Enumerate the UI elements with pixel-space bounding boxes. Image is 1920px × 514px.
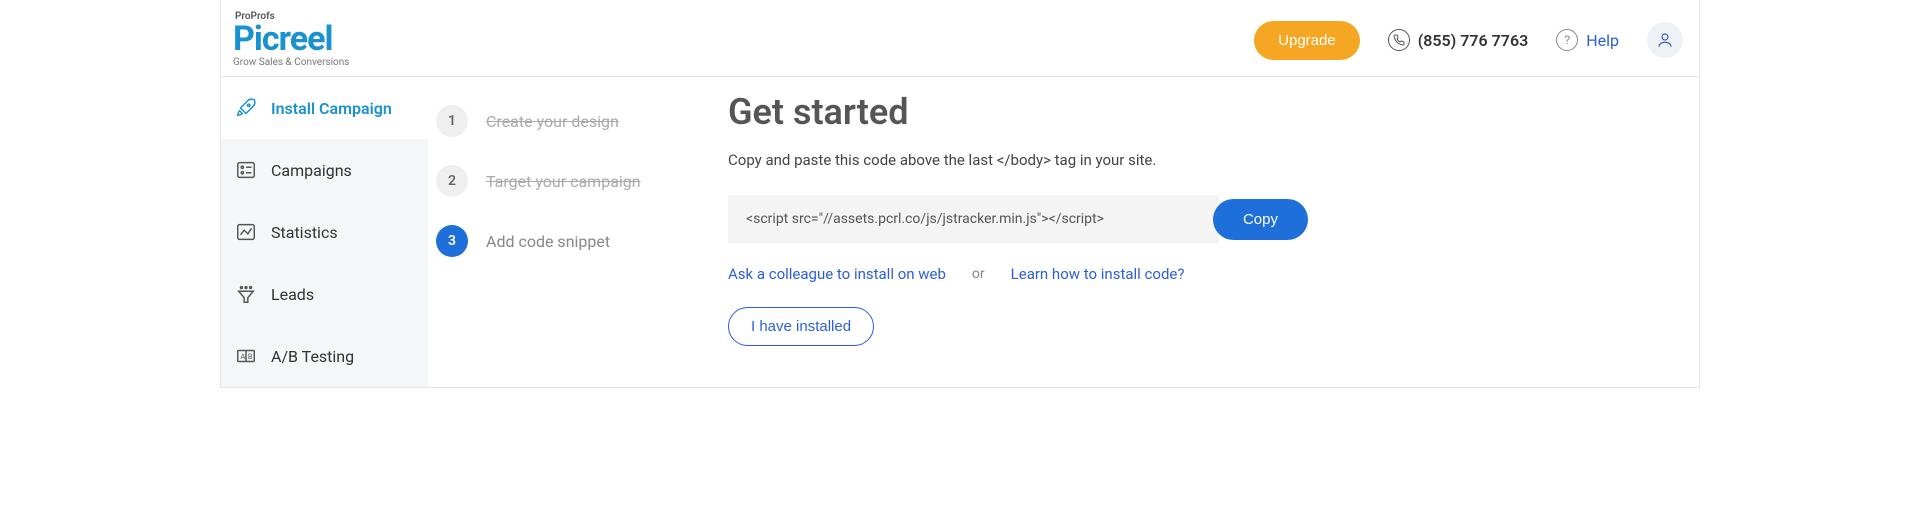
step-number: 1 — [436, 105, 468, 137]
step-target-campaign[interactable]: 2 Target your campaign — [436, 151, 720, 211]
i-have-installed-button[interactable]: I have installed — [728, 307, 874, 346]
code-snippet[interactable]: <script src="//assets.pcrl.co/js/jstrack… — [728, 195, 1219, 243]
sidebar-item-label: A/B Testing — [271, 347, 354, 366]
code-row: <script src="//assets.pcrl.co/js/jstrack… — [728, 195, 1308, 243]
sidebar-item-label: Install Campaign — [271, 99, 392, 118]
upgrade-button[interactable]: Upgrade — [1254, 21, 1360, 60]
rocket-icon — [235, 97, 257, 119]
logo[interactable]: ProProfs Picreel Grow Sales & Conversion… — [233, 12, 349, 68]
help-label: Help — [1586, 31, 1619, 50]
sidebar-item-label: Campaigns — [271, 161, 352, 180]
svg-text:B: B — [248, 352, 253, 361]
step-label: Target your campaign — [486, 172, 641, 191]
sidebar-item-label: Leads — [271, 285, 314, 304]
ab-testing-icon: AB — [235, 345, 257, 367]
or-separator: or — [972, 266, 985, 282]
page-description: Copy and paste this code above the last … — [728, 151, 1699, 169]
sidebar-item-install-campaign[interactable]: Install Campaign — [221, 77, 428, 139]
ask-colleague-link[interactable]: Ask a colleague to install on web — [728, 265, 946, 283]
user-icon — [1656, 31, 1674, 49]
sidebar-item-ab-testing[interactable]: AB A/B Testing — [221, 325, 428, 387]
logo-subtitle: Grow Sales & Conversions — [233, 58, 349, 68]
sidebar: Install Campaign Campaigns Statistics Le… — [221, 77, 428, 387]
logo-main: Picreel — [233, 22, 349, 56]
step-add-code[interactable]: 3 Add code snippet — [436, 211, 720, 271]
main-content: Get started Copy and paste this code abo… — [728, 77, 1699, 387]
step-number: 2 — [436, 165, 468, 197]
step-number: 3 — [436, 225, 468, 257]
step-label: Create your design — [486, 112, 619, 131]
page-title: Get started — [728, 91, 1699, 133]
step-label: Add code snippet — [486, 232, 610, 251]
learn-install-link[interactable]: Learn how to install code? — [1011, 265, 1185, 283]
sidebar-item-campaigns[interactable]: Campaigns — [221, 139, 428, 201]
phone-contact[interactable]: (855) 776 7763 — [1388, 29, 1529, 51]
campaigns-icon — [235, 159, 257, 181]
sidebar-item-label: Statistics — [271, 223, 338, 242]
header-right: Upgrade (855) 776 7763 ? Help — [1254, 21, 1683, 60]
help-link[interactable]: ? Help — [1556, 29, 1619, 51]
help-icon: ? — [1556, 29, 1578, 51]
phone-number: (855) 776 7763 — [1418, 31, 1529, 50]
statistics-icon — [235, 221, 257, 243]
step-create-design[interactable]: 1 Create your design — [436, 91, 720, 151]
user-avatar[interactable] — [1647, 22, 1683, 58]
copy-button[interactable]: Copy — [1213, 199, 1308, 240]
phone-icon — [1388, 29, 1410, 51]
sidebar-item-statistics[interactable]: Statistics — [221, 201, 428, 263]
steps-column: 1 Create your design 2 Target your campa… — [428, 77, 728, 387]
sidebar-item-leads[interactable]: Leads — [221, 263, 428, 325]
svg-text:A: A — [241, 352, 246, 361]
body: Install Campaign Campaigns Statistics Le… — [221, 77, 1699, 387]
header: ProProfs Picreel Grow Sales & Conversion… — [221, 0, 1699, 77]
links-row: Ask a colleague to install on web or Lea… — [728, 265, 1699, 283]
leads-icon — [235, 283, 257, 305]
